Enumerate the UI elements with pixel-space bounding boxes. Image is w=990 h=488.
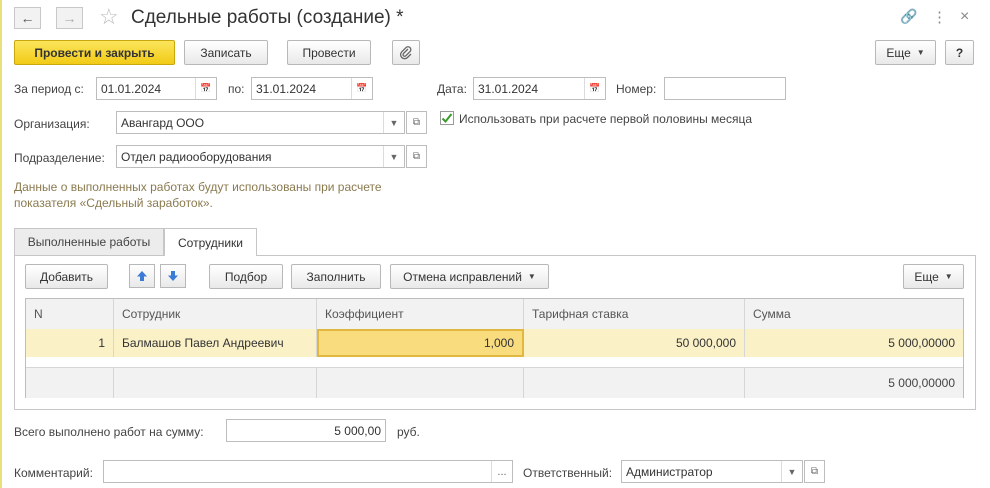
select-button[interactable]: Подбор bbox=[209, 264, 283, 289]
arrow-up-icon bbox=[137, 271, 147, 281]
period-from-value: 01.01.2024 bbox=[101, 81, 162, 96]
help-button[interactable]: ? bbox=[945, 40, 974, 65]
footer-cell-empty bbox=[317, 368, 524, 398]
column-header-sum[interactable]: Сумма bbox=[745, 299, 963, 329]
cell-sum[interactable]: 5 000,00000 bbox=[745, 329, 963, 357]
dropdown-arrow-icon[interactable]: ▼ bbox=[383, 112, 404, 133]
left-accent-line bbox=[0, 0, 2, 488]
employees-table: N Сотрудник Коэффициент Тарифная ставка … bbox=[25, 298, 964, 398]
totals-value: 5 000,00 bbox=[334, 423, 381, 438]
info-note-line-2: показателя «Сдельный заработок». bbox=[14, 196, 213, 210]
table-row[interactable]: 1 Балмашов Павел Андреевич 1,000 50 000,… bbox=[26, 329, 963, 357]
column-header-n[interactable]: N bbox=[26, 299, 114, 329]
totals-input: 5 000,00 bbox=[226, 419, 386, 442]
tab-completed-works[interactable]: Выполненные работы bbox=[14, 228, 164, 255]
department-label: Подразделение: bbox=[14, 151, 105, 165]
department-select[interactable]: Отдел радиооборудования ▼ bbox=[116, 145, 405, 168]
more-button[interactable]: Еще ▼ bbox=[875, 40, 936, 65]
organization-label: Организация: bbox=[14, 117, 90, 131]
link-icon[interactable]: 🔗 bbox=[900, 8, 917, 25]
info-note: Данные о выполненных работах будут испол… bbox=[14, 179, 434, 211]
arrow-left-icon: ← bbox=[20, 10, 35, 26]
dropdown-arrow-icon[interactable]: ▼ bbox=[383, 146, 404, 167]
arrow-right-icon: → bbox=[62, 10, 77, 26]
post-button[interactable]: Провести bbox=[287, 40, 371, 65]
comment-label: Комментарий: bbox=[14, 466, 93, 480]
open-window-icon: ⧉ bbox=[810, 466, 819, 477]
calendar-icon[interactable]: 📅 bbox=[351, 78, 372, 99]
responsible-value: Администратор bbox=[626, 464, 713, 479]
favorite-star-icon[interactable]: ☆ bbox=[99, 4, 119, 30]
number-label: Номер: bbox=[616, 82, 657, 96]
column-header-employee[interactable]: Сотрудник bbox=[114, 299, 317, 329]
grid-more-button[interactable]: Еще ▼ bbox=[903, 264, 964, 289]
column-header-coefficient[interactable]: Коэффициент bbox=[317, 299, 524, 329]
first-half-checkbox-label[interactable]: Использовать при расчете первой половины… bbox=[459, 112, 752, 126]
table-footer: 5 000,00000 bbox=[26, 367, 963, 398]
date-label: Дата: bbox=[437, 82, 467, 96]
footer-cell-empty bbox=[524, 368, 745, 398]
totals-label: Всего выполнено работ на сумму: bbox=[14, 425, 204, 439]
attach-button[interactable] bbox=[392, 40, 420, 65]
caret-down-icon: ▼ bbox=[944, 272, 953, 281]
number-input[interactable] bbox=[664, 77, 786, 100]
responsible-select[interactable]: Администратор ▼ bbox=[621, 460, 803, 483]
table-header: N Сотрудник Коэффициент Тарифная ставка … bbox=[26, 299, 963, 330]
responsible-label: Ответственный: bbox=[523, 466, 613, 480]
add-row-button[interactable]: Добавить bbox=[25, 264, 108, 289]
cell-employee[interactable]: Балмашов Павел Андреевич bbox=[114, 329, 317, 357]
organization-select[interactable]: Авангард ООО ▼ bbox=[116, 111, 405, 134]
currency-label: руб. bbox=[397, 425, 420, 439]
caret-down-icon: ▼ bbox=[527, 272, 536, 281]
move-up-button[interactable] bbox=[129, 264, 155, 288]
fill-button[interactable]: Заполнить bbox=[291, 264, 381, 289]
back-button[interactable]: ← bbox=[14, 7, 41, 29]
footer-cell-empty bbox=[114, 368, 317, 398]
paperclip-icon bbox=[399, 45, 412, 59]
ellipsis-icon[interactable]: ... bbox=[491, 461, 512, 482]
info-note-line-1: Данные о выполненных работах будут испол… bbox=[14, 180, 382, 194]
cell-n[interactable]: 1 bbox=[26, 329, 114, 357]
cell-coefficient-input[interactable]: 1,000 bbox=[317, 329, 524, 357]
period-to-input[interactable]: 31.01.2024 📅 bbox=[251, 77, 373, 100]
period-from-label: За период с: bbox=[14, 82, 84, 96]
cancel-corrections-button[interactable]: Отмена исправлений ▼ bbox=[390, 264, 549, 289]
more-button-label: Еще bbox=[886, 45, 911, 60]
period-to-label: по: bbox=[228, 82, 245, 96]
post-and-close-button[interactable]: Провести и закрыть bbox=[14, 40, 175, 65]
open-window-icon: ⧉ bbox=[412, 151, 421, 162]
grid-more-label: Еще bbox=[914, 269, 939, 284]
open-window-icon: ⧉ bbox=[412, 117, 421, 128]
date-input[interactable]: 31.01.2024 📅 bbox=[473, 77, 606, 100]
page-title: Сдельные работы (создание) * bbox=[131, 7, 404, 28]
arrow-down-icon bbox=[168, 271, 178, 281]
caret-down-icon: ▼ bbox=[916, 48, 925, 57]
calendar-icon[interactable]: 📅 bbox=[195, 78, 216, 99]
dropdown-arrow-icon[interactable]: ▼ bbox=[781, 461, 802, 482]
move-down-button[interactable] bbox=[160, 264, 186, 288]
open-organization-button[interactable]: ⧉ bbox=[406, 111, 427, 134]
close-icon[interactable]: × bbox=[960, 8, 969, 26]
cancel-corrections-label: Отмена исправлений bbox=[403, 269, 522, 284]
calendar-icon[interactable]: 📅 bbox=[584, 78, 605, 99]
period-from-input[interactable]: 01.01.2024 📅 bbox=[96, 77, 217, 100]
department-value: Отдел радиооборудования bbox=[121, 149, 272, 164]
footer-cell-empty bbox=[26, 368, 114, 398]
save-button[interactable]: Записать bbox=[184, 40, 268, 65]
cell-rate[interactable]: 50 000,000 bbox=[524, 329, 745, 357]
open-department-button[interactable]: ⧉ bbox=[406, 145, 427, 168]
footer-sum: 5 000,00000 bbox=[888, 376, 955, 390]
checkmark-icon bbox=[441, 113, 453, 123]
tab-employees[interactable]: Сотрудники bbox=[164, 228, 257, 256]
date-value: 31.01.2024 bbox=[478, 81, 539, 96]
period-to-value: 31.01.2024 bbox=[256, 81, 317, 96]
first-half-checkbox[interactable] bbox=[440, 111, 454, 125]
more-vertical-icon[interactable]: ⋮ bbox=[932, 8, 947, 26]
open-responsible-button[interactable]: ⧉ bbox=[804, 460, 825, 483]
column-header-rate[interactable]: Тарифная ставка bbox=[524, 299, 745, 329]
forward-button[interactable]: → bbox=[56, 7, 83, 29]
comment-input[interactable]: ... bbox=[103, 460, 513, 483]
organization-value: Авангард ООО bbox=[121, 115, 205, 130]
